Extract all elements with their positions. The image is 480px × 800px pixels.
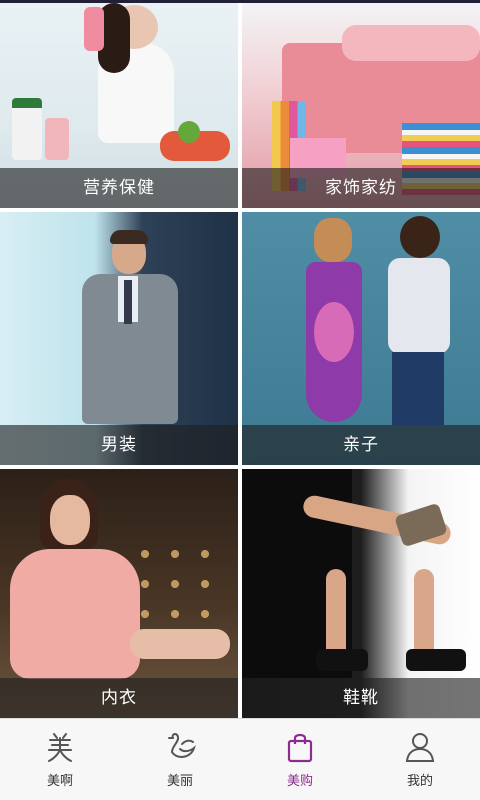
- category-label: 内衣: [0, 678, 238, 718]
- product-photo: [0, 212, 238, 425]
- shopping-bag-icon: [287, 733, 313, 763]
- mei-character-icon: [48, 733, 72, 762]
- category-label: 亲子: [242, 425, 480, 465]
- product-photo: [0, 469, 238, 679]
- product-photo: [0, 3, 238, 168]
- category-grid: 营养保健 家饰家纺 男装 亲子 内衣 鞋靴: [0, 3, 480, 718]
- category-tile-home-textiles[interactable]: 家饰家纺: [242, 3, 480, 208]
- product-photo: [242, 3, 480, 195]
- category-label: 家饰家纺: [242, 168, 480, 208]
- nav-item-beauty[interactable]: 美丽: [120, 719, 240, 800]
- category-tile-menswear[interactable]: 男装: [0, 212, 238, 465]
- nav-item-mine[interactable]: 我的: [360, 719, 480, 800]
- bottom-nav: 美啊 美丽 美购 我的: [0, 718, 480, 800]
- product-photo: [242, 212, 480, 425]
- product-photo: [242, 469, 480, 678]
- nav-label: 美购: [286, 774, 313, 789]
- category-label: 男装: [0, 425, 238, 465]
- nav-label: 美丽: [166, 774, 193, 789]
- category-tile-kids[interactable]: 亲子: [242, 212, 480, 465]
- category-label: 营养保健: [0, 168, 238, 208]
- category-tile-nutrition[interactable]: 营养保健: [0, 3, 238, 208]
- nav-label: 我的: [406, 774, 433, 789]
- nav-item-meia[interactable]: 美啊: [0, 719, 120, 800]
- user-icon: [405, 733, 435, 762]
- swan-icon: [168, 733, 196, 758]
- category-tile-lingerie[interactable]: 内衣: [0, 469, 238, 718]
- category-tile-shoes[interactable]: 鞋靴: [242, 469, 480, 718]
- category-label: 鞋靴: [242, 678, 480, 718]
- nav-item-shopping[interactable]: 美购: [240, 719, 360, 800]
- nav-label: 美啊: [46, 774, 73, 789]
